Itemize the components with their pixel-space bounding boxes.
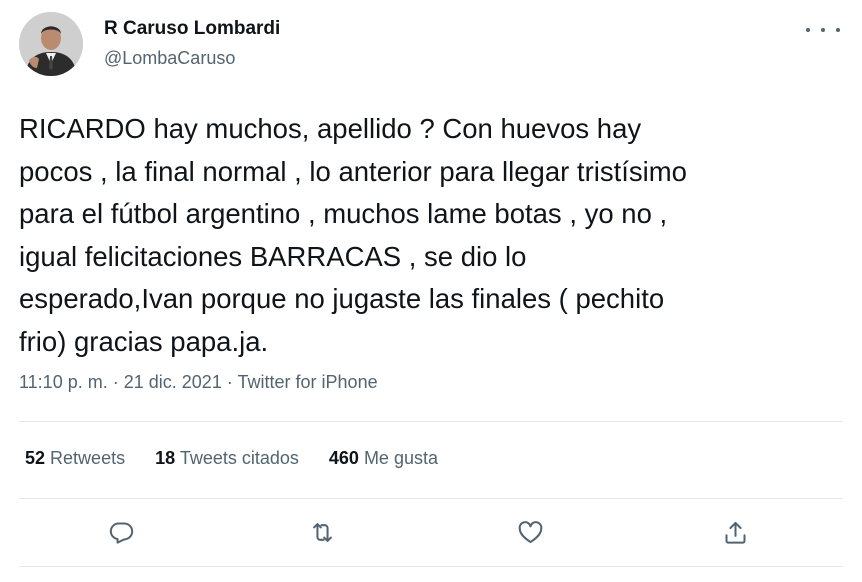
like-button[interactable]: [512, 514, 548, 550]
share-icon: [724, 521, 746, 544]
dot: [836, 28, 840, 32]
likes-label: Me gusta: [363, 448, 438, 468]
divider: [19, 498, 843, 499]
share-button[interactable]: [717, 514, 753, 550]
avatar-image: [19, 12, 83, 76]
divider: [19, 421, 843, 422]
retweet-button[interactable]: [304, 514, 340, 550]
avatar[interactable]: [19, 12, 83, 76]
retweets-label: Retweets: [50, 448, 126, 468]
more-options-icon[interactable]: [806, 18, 840, 42]
likes-count: 460: [328, 448, 359, 468]
retweets-count: 52: [25, 448, 46, 468]
author-name[interactable]: R Caruso Lombardi: [104, 18, 280, 40]
dot: [806, 28, 810, 32]
dot: [821, 28, 825, 32]
tweet-card: R Caruso Lombardi @LombaCaruso RICARDO h…: [0, 0, 862, 582]
quote-tweets-stat[interactable]: 18 Tweets citados: [155, 448, 299, 469]
tweet-text: RICARDO hay muchos, apellido ? Con huevo…: [19, 113, 687, 357]
tweet-date[interactable]: 21 dic. 2021: [124, 372, 222, 392]
meta-separator: ·: [112, 372, 119, 392]
meta-separator: ·: [226, 372, 233, 392]
likes-stat[interactable]: 460 Me gusta: [329, 448, 438, 469]
tweet-meta: 11:10 p. m. · 21 dic. 2021 · Twitter for…: [19, 372, 378, 393]
tweet-time[interactable]: 11:10 p. m.: [19, 372, 108, 392]
divider: [19, 566, 843, 567]
reply-button[interactable]: [103, 514, 139, 550]
author-handle[interactable]: @LombaCaruso: [104, 48, 235, 69]
heart-icon: [518, 520, 542, 543]
engagement-stats: 52 Retweets 18 Tweets citados 460 Me gus…: [25, 448, 438, 469]
retweet-icon: [312, 522, 332, 542]
quote-tweets-count: 18: [155, 448, 176, 468]
quote-tweets-label: Tweets citados: [179, 448, 299, 468]
tweet-source-link[interactable]: Twitter for iPhone: [238, 372, 378, 392]
retweets-stat[interactable]: 52 Retweets: [25, 448, 125, 469]
reply-icon: [109, 521, 133, 544]
action-bar: [0, 514, 862, 554]
